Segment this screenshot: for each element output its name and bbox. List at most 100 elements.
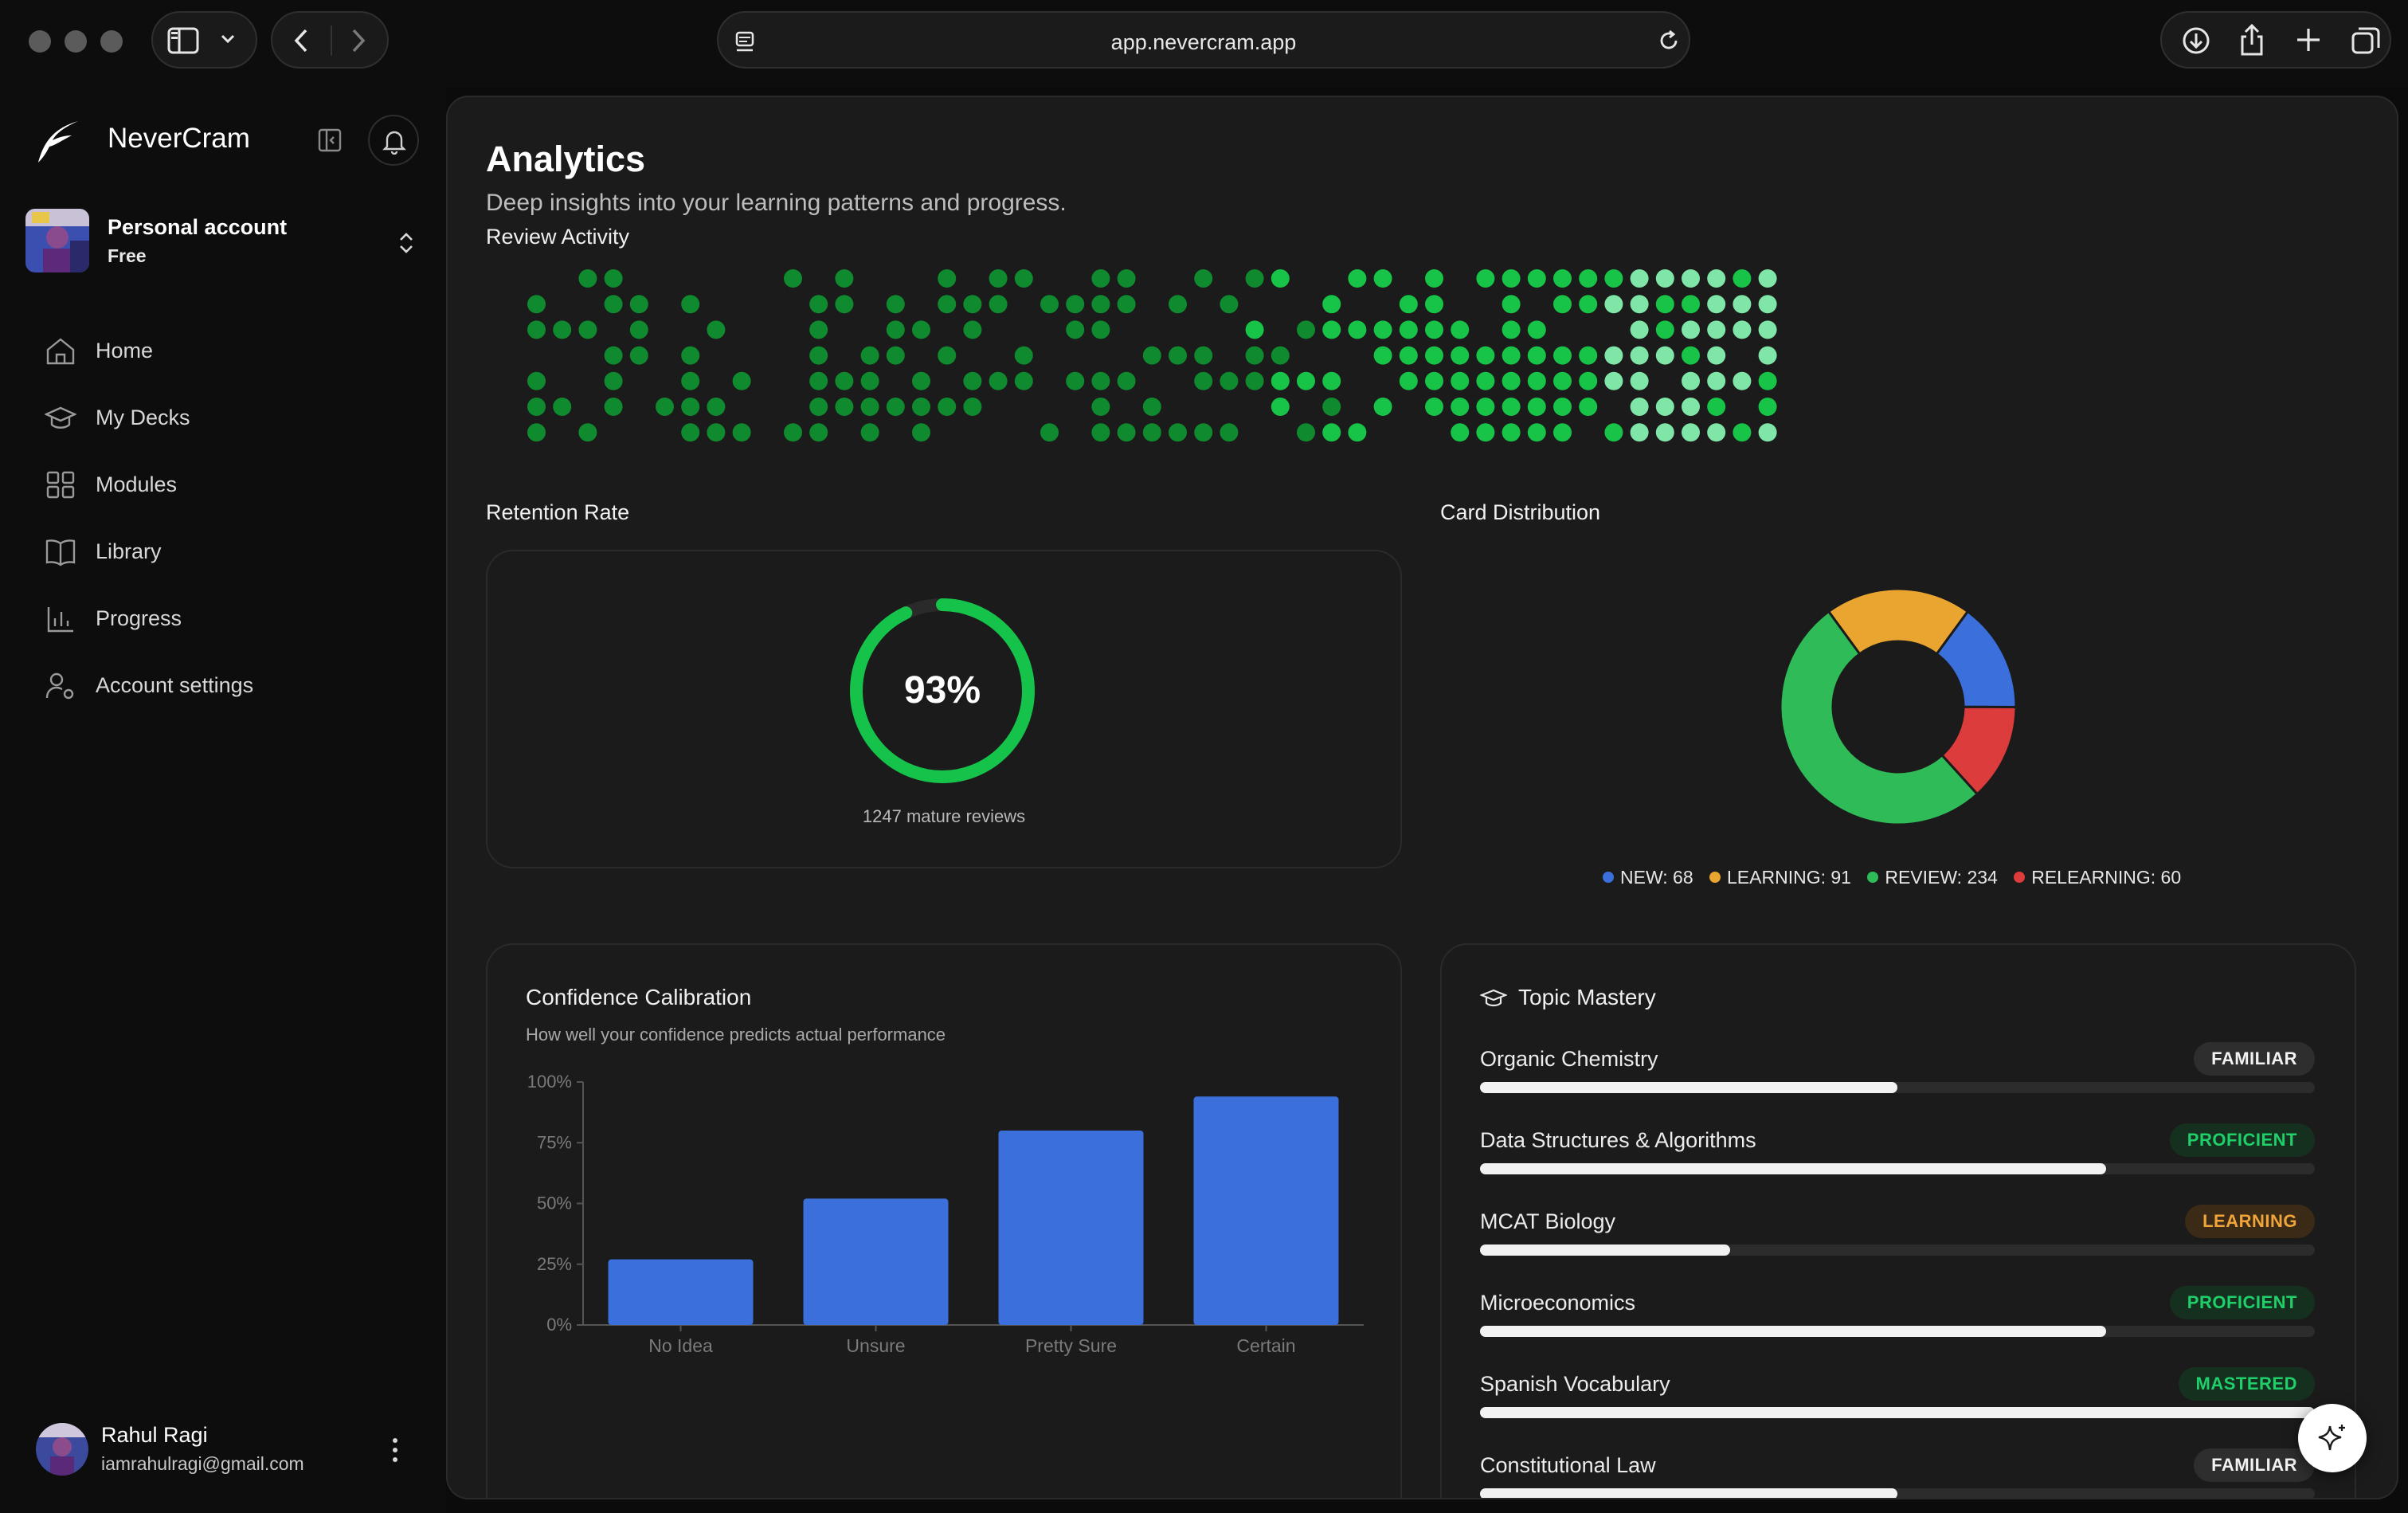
activity-day-cell[interactable] (1682, 346, 1700, 365)
activity-day-cell[interactable] (578, 423, 597, 442)
activity-day-cell[interactable] (1682, 423, 1700, 442)
bar-certain[interactable] (1193, 1096, 1339, 1325)
window-close-button[interactable] (29, 30, 51, 53)
activity-day-cell[interactable] (1373, 346, 1392, 365)
activity-day-cell[interactable] (604, 269, 623, 288)
activity-day-cell[interactable] (1220, 371, 1239, 390)
activity-day-cell[interactable] (1425, 346, 1443, 365)
notifications-button[interactable] (368, 115, 419, 166)
activity-day-cell[interactable] (604, 346, 623, 365)
activity-day-cell[interactable] (553, 398, 572, 416)
activity-day-cell[interactable] (578, 320, 597, 339)
activity-day-cell[interactable] (707, 320, 726, 339)
activity-day-cell[interactable] (1707, 346, 1726, 365)
activity-day-cell[interactable] (886, 398, 905, 416)
activity-day-cell[interactable] (912, 371, 930, 390)
activity-day-cell[interactable] (860, 371, 879, 390)
activity-day-cell[interactable] (1604, 423, 1623, 442)
activity-day-cell[interactable] (1040, 423, 1059, 442)
activity-day-cell[interactable] (1579, 371, 1598, 390)
sidebar-item-home[interactable]: Home (32, 327, 414, 374)
activity-day-cell[interactable] (938, 269, 957, 288)
collapse-sidebar-icon[interactable] (317, 127, 343, 153)
activity-day-cell[interactable] (527, 371, 546, 390)
ai-assistant-button[interactable] (2298, 1404, 2367, 1472)
activity-day-cell[interactable] (1194, 269, 1213, 288)
activity-day-cell[interactable] (912, 320, 930, 339)
activity-day-cell[interactable] (1655, 320, 1674, 339)
activity-day-cell[interactable] (681, 295, 700, 314)
activity-day-cell[interactable] (1297, 371, 1315, 390)
activity-day-cell[interactable] (681, 398, 700, 416)
activity-day-cell[interactable] (860, 423, 879, 442)
activity-day-cell[interactable] (1630, 398, 1649, 416)
activity-day-cell[interactable] (1553, 346, 1572, 365)
activity-day-cell[interactable] (886, 320, 905, 339)
activity-day-cell[interactable] (1604, 269, 1623, 288)
activity-day-cell[interactable] (1322, 423, 1341, 442)
activity-day-cell[interactable] (963, 371, 982, 390)
activity-day-cell[interactable] (1425, 371, 1443, 390)
activity-day-cell[interactable] (527, 295, 546, 314)
activity-day-cell[interactable] (1066, 320, 1085, 339)
activity-day-cell[interactable] (1091, 398, 1110, 416)
activity-day-cell[interactable] (938, 398, 957, 416)
activity-day-cell[interactable] (963, 398, 982, 416)
topic-row[interactable]: MCAT Biology LEARNING (1480, 1205, 2315, 1289)
activity-day-cell[interactable] (604, 398, 623, 416)
activity-day-cell[interactable] (1297, 320, 1315, 339)
activity-day-cell[interactable] (1169, 346, 1187, 365)
activity-day-cell[interactable] (1169, 295, 1187, 314)
activity-day-cell[interactable] (604, 371, 623, 390)
activity-day-cell[interactable] (1502, 346, 1521, 365)
activity-day-cell[interactable] (1604, 295, 1623, 314)
activity-day-cell[interactable] (1399, 371, 1418, 390)
activity-day-cell[interactable] (938, 295, 957, 314)
bar-unsure[interactable] (803, 1198, 949, 1325)
activity-day-cell[interactable] (681, 371, 700, 390)
activity-day-cell[interactable] (1014, 346, 1033, 365)
download-icon[interactable] (2181, 25, 2211, 56)
activity-day-cell[interactable] (1655, 295, 1674, 314)
activity-day-cell[interactable] (809, 423, 828, 442)
activity-day-cell[interactable] (1014, 269, 1033, 288)
activity-day-cell[interactable] (1271, 398, 1290, 416)
activity-day-cell[interactable] (1630, 423, 1649, 442)
sidebar-item-modules[interactable]: Modules (32, 461, 414, 508)
activity-day-cell[interactable] (1579, 346, 1598, 365)
activity-day-cell[interactable] (1373, 320, 1392, 339)
activity-day-cell[interactable] (1451, 398, 1470, 416)
back-arrow-icon[interactable] (292, 27, 312, 54)
activity-day-cell[interactable] (1399, 295, 1418, 314)
activity-day-cell[interactable] (835, 295, 854, 314)
user-avatar[interactable] (36, 1423, 88, 1476)
activity-day-cell[interactable] (809, 398, 828, 416)
activity-day-cell[interactable] (1297, 423, 1315, 442)
activity-day-cell[interactable] (1245, 371, 1264, 390)
activity-day-cell[interactable] (1527, 398, 1546, 416)
activity-day-cell[interactable] (1194, 423, 1213, 442)
reload-icon[interactable] (1657, 29, 1681, 53)
activity-day-cell[interactable] (1425, 398, 1443, 416)
activity-day-cell[interactable] (1091, 423, 1110, 442)
account-name[interactable]: Personal account (108, 215, 287, 240)
forward-arrow-icon[interactable] (347, 27, 368, 54)
activity-day-cell[interactable] (886, 295, 905, 314)
activity-day-cell[interactable] (912, 423, 930, 442)
activity-day-cell[interactable] (1220, 295, 1239, 314)
activity-day-cell[interactable] (1527, 346, 1546, 365)
activity-day-cell[interactable] (1091, 295, 1110, 314)
activity-day-cell[interactable] (1245, 269, 1264, 288)
sidebar-toggle-button[interactable] (151, 11, 257, 69)
window-zoom-button[interactable] (100, 30, 123, 53)
activity-day-cell[interactable] (1348, 269, 1367, 288)
bar-pretty-sure[interactable] (998, 1131, 1144, 1325)
activity-day-cell[interactable] (707, 398, 726, 416)
activity-day-cell[interactable] (1630, 320, 1649, 339)
activity-day-cell[interactable] (989, 295, 1008, 314)
activity-day-cell[interactable] (681, 346, 700, 365)
account-avatar[interactable] (25, 209, 89, 272)
sidebar-item-progress[interactable]: Progress (32, 594, 414, 642)
activity-day-cell[interactable] (1117, 295, 1136, 314)
activity-day-cell[interactable] (784, 269, 802, 288)
